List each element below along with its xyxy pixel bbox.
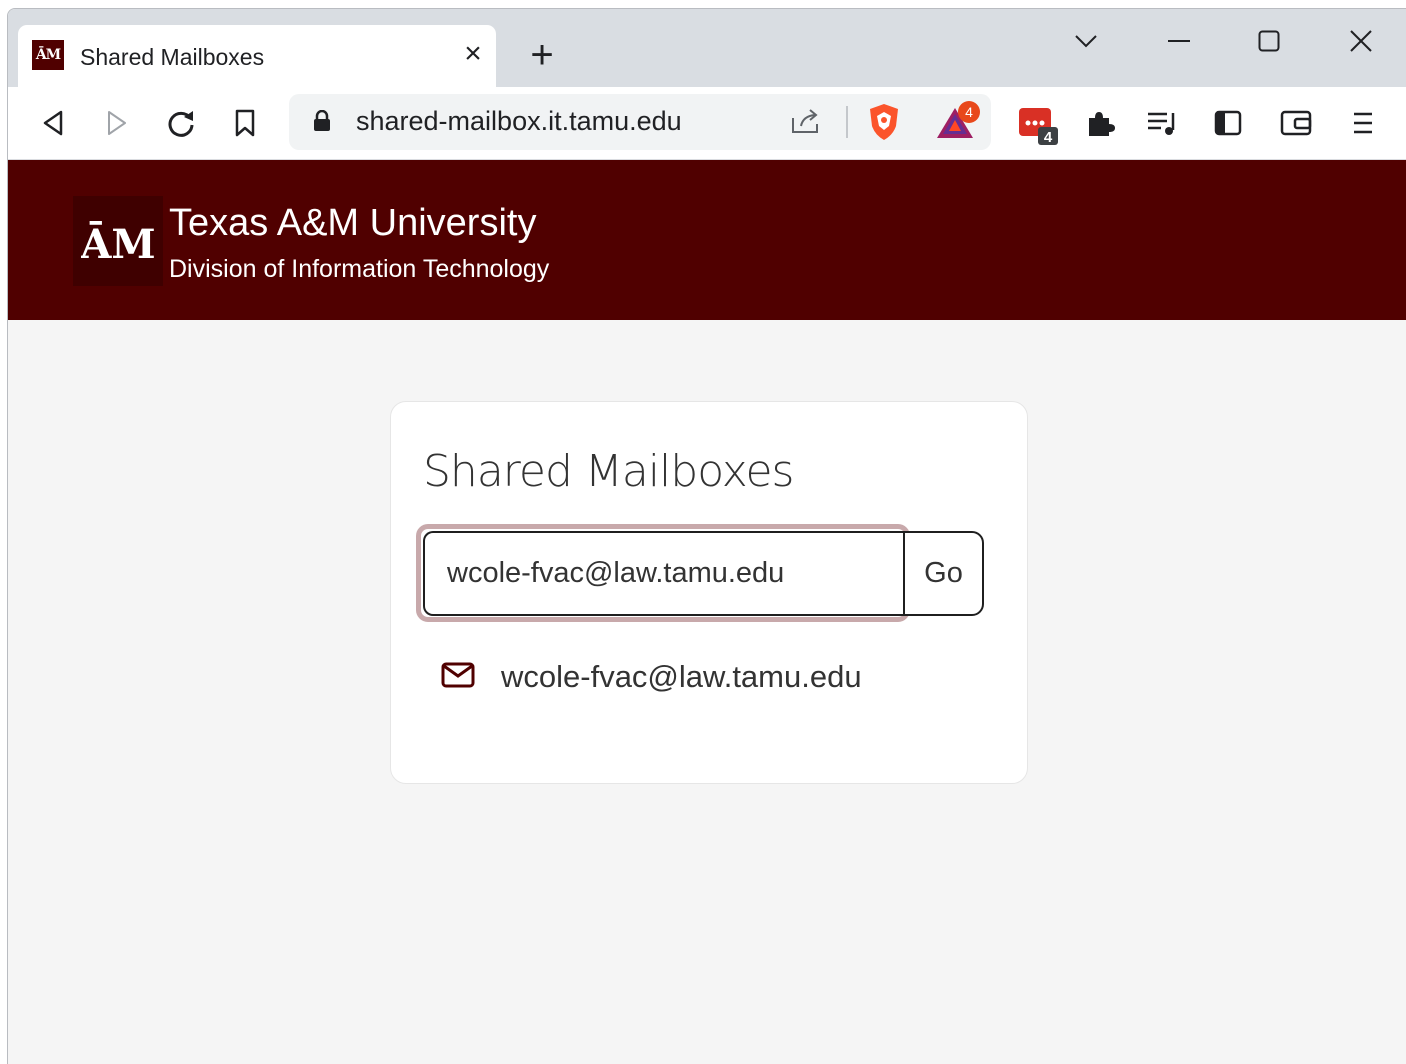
menu-icon[interactable] (1345, 105, 1381, 141)
tamu-logo-mark: ĀM (81, 221, 155, 268)
tab-shared-mailboxes[interactable]: ĀM Shared Mailboxes × (18, 25, 496, 87)
result-item[interactable]: wcole-fvac@law.tamu.edu (441, 654, 862, 700)
back-icon[interactable] (35, 105, 71, 141)
rewards-badge-count: 4 (965, 104, 973, 120)
tamu-favicon-icon: ĀM (32, 40, 64, 70)
page-title: Shared Mailboxes (423, 446, 794, 497)
tab-title: Shared Mailboxes (80, 44, 265, 70)
site-header: ĀM Texas A&M University Division of Info… (8, 160, 1406, 320)
share-icon[interactable] (789, 106, 823, 141)
url-text: shared-mailbox.it.tamu.edu (356, 106, 682, 136)
brave-rewards-icon[interactable]: 4 (935, 100, 983, 147)
tab-close-icon[interactable]: × (458, 37, 488, 71)
division-name: Division of Information Technology (169, 255, 550, 283)
sidebar-icon[interactable] (1210, 105, 1246, 141)
tamu-logo[interactable]: ĀM (73, 196, 163, 286)
extension-calendar-icon[interactable]: 4 (1016, 103, 1060, 147)
brave-shields-icon[interactable] (867, 102, 901, 147)
result-email[interactable]: wcole-fvac@law.tamu.edu (501, 659, 862, 695)
browser-toolbar: shared-mailbox.it.tamu.edu 4 4 (8, 87, 1406, 160)
media-playlist-icon[interactable] (1145, 105, 1181, 141)
extension-badge-count: 4 (1044, 129, 1053, 146)
tab-strip: ĀM Shared Mailboxes × + (8, 9, 1406, 87)
lock-icon (313, 109, 331, 137)
new-tab-icon[interactable]: + (524, 35, 560, 77)
minimize-icon[interactable] (1156, 21, 1202, 61)
envelope-icon (441, 662, 475, 693)
university-name[interactable]: Texas A&M University (169, 202, 536, 245)
close-window-icon[interactable] (1338, 21, 1384, 61)
forward-icon[interactable] (99, 105, 135, 141)
omnibox-divider (846, 106, 848, 138)
mailbox-search-card: Shared Mailboxes Go wcole-fvac@law.tamu.… (390, 401, 1028, 784)
reload-icon[interactable] (163, 105, 199, 141)
maximize-icon[interactable] (1246, 21, 1292, 61)
tab-search-chevron-icon[interactable] (1063, 21, 1109, 61)
tamu-logo-text: ĀM (81, 221, 155, 268)
bookmark-icon[interactable] (227, 105, 263, 141)
address-bar[interactable]: shared-mailbox.it.tamu.edu 4 (289, 94, 991, 150)
go-button[interactable]: Go (903, 531, 984, 616)
extensions-puzzle-icon[interactable] (1082, 105, 1118, 141)
wallet-icon[interactable] (1278, 105, 1314, 141)
mailbox-search-input[interactable] (423, 531, 905, 616)
browser-window: ĀM Shared Mailboxes × + shared-mailbox.i… (7, 8, 1406, 1064)
